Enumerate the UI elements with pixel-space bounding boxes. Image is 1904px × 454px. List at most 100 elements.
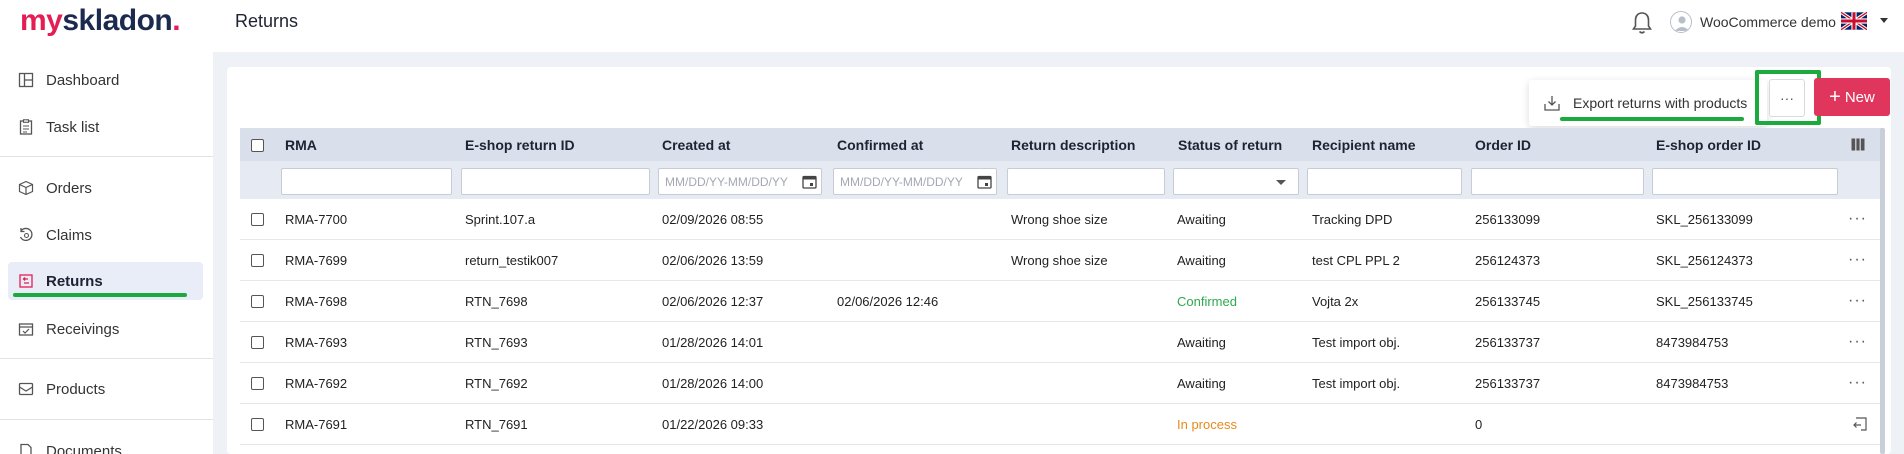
logo-part-my: my bbox=[20, 4, 63, 37]
documents-icon bbox=[20, 443, 32, 454]
filter-row: MM/DD/YY-MM/DD/YY MM/DD/YY-MM/DD/YY bbox=[240, 161, 1884, 199]
confirmed-at-cell: 02/06/2026 12:46 bbox=[837, 293, 939, 309]
column-header-confirmed-at[interactable]: Confirmed at bbox=[837, 128, 923, 161]
eshop-order-id-cell: 8473984753 bbox=[1656, 334, 1729, 350]
sidebar-item-label: Receivings bbox=[46, 320, 120, 338]
eshop-order-id-filter-input[interactable] bbox=[1652, 168, 1838, 195]
select-all-checkbox[interactable] bbox=[251, 138, 264, 152]
eshop-order-id-cell: SKL_256133745 bbox=[1656, 293, 1753, 309]
created-at-filter-input[interactable]: MM/DD/YY-MM/DD/YY bbox=[658, 168, 822, 195]
user-menu[interactable]: WooCommerce demo bbox=[1670, 10, 1836, 34]
recipient-name-cell: Tracking DPD bbox=[1312, 211, 1393, 227]
return-icon[interactable] bbox=[1852, 416, 1868, 432]
row-checkbox[interactable] bbox=[251, 336, 264, 349]
rma-cell: RMA-7698 bbox=[285, 293, 348, 309]
row-actions-icon[interactable]: ··· bbox=[1848, 240, 1867, 280]
logo[interactable]: myskladon. bbox=[20, 4, 181, 38]
rma-cell: RMA-7692 bbox=[285, 375, 348, 391]
rma-cell: RMA-7691 bbox=[285, 416, 348, 432]
uk-flag-icon[interactable] bbox=[1841, 11, 1867, 31]
sidebar-item-documents[interactable]: Documents bbox=[8, 432, 203, 454]
row-checkbox[interactable] bbox=[251, 295, 264, 308]
column-header-order-id[interactable]: Order ID bbox=[1475, 128, 1531, 161]
row-actions-icon[interactable]: ··· bbox=[1848, 363, 1867, 403]
eshop-return-id-cell: return_testik007 bbox=[465, 252, 559, 268]
logo-part-skladon: skladon bbox=[62, 4, 173, 37]
calendar-icon[interactable] bbox=[802, 174, 817, 189]
annotation-underline bbox=[1560, 117, 1744, 121]
task-list-icon bbox=[19, 119, 33, 135]
chevron-down-icon[interactable] bbox=[1880, 18, 1888, 23]
rma-cell: RMA-7700 bbox=[285, 211, 348, 227]
sidebar-item-products[interactable]: Products bbox=[8, 370, 203, 408]
row-actions-icon[interactable]: ··· bbox=[1848, 199, 1867, 239]
table-row[interactable]: RMA-7693 RTN_7693 01/28/2026 14:01 Await… bbox=[240, 322, 1884, 363]
column-header-eshop-return-id[interactable]: E-shop return ID bbox=[465, 128, 575, 161]
status-filter-select[interactable] bbox=[1173, 168, 1299, 195]
bell-icon[interactable] bbox=[1630, 10, 1654, 36]
date-range-placeholder: MM/DD/YY-MM/DD/YY bbox=[840, 174, 963, 189]
created-at-cell: 02/06/2026 12:37 bbox=[662, 293, 764, 309]
status-cell: In process bbox=[1177, 416, 1237, 432]
status-cell: Awaiting bbox=[1177, 334, 1226, 350]
column-header-eshop-order-id[interactable]: E-shop order ID bbox=[1656, 128, 1761, 161]
sidebar-item-receivings[interactable]: Receivings bbox=[8, 310, 203, 348]
more-actions-button[interactable]: ··· bbox=[1769, 79, 1805, 117]
page-title: Returns bbox=[235, 11, 299, 31]
table-row[interactable]: RMA-7691 RTN_7691 01/22/2026 09:33 In pr… bbox=[240, 404, 1884, 445]
table-scrollbar[interactable] bbox=[1880, 128, 1885, 454]
table-row[interactable]: RMA-7699 return_testik007 02/06/2026 13:… bbox=[240, 240, 1884, 281]
column-header-return-description[interactable]: Return description bbox=[1011, 128, 1135, 161]
rma-cell: RMA-7699 bbox=[285, 252, 348, 268]
row-actions-icon[interactable]: ··· bbox=[1848, 281, 1867, 321]
return-description-cell: Wrong shoe size bbox=[1011, 211, 1108, 227]
columns-settings-icon[interactable] bbox=[1851, 138, 1865, 151]
sidebar-item-claims[interactable]: Claims bbox=[8, 216, 203, 254]
sidebar-item-task-list[interactable]: Task list bbox=[8, 108, 203, 146]
rma-cell: RMA-7693 bbox=[285, 334, 348, 350]
column-header-recipient-name[interactable]: Recipient name bbox=[1312, 128, 1415, 161]
table-row[interactable]: RMA-7692 RTN_7692 01/28/2026 14:00 Await… bbox=[240, 363, 1884, 404]
user-name: WooCommerce demo bbox=[1700, 14, 1836, 30]
table-row[interactable]: RMA-7698 RTN_7698 02/06/2026 12:37 02/06… bbox=[240, 281, 1884, 322]
order-id-cell: 256133737 bbox=[1475, 375, 1541, 391]
sidebar-item-orders[interactable]: Orders bbox=[8, 169, 203, 207]
eshop-return-id-filter-input[interactable] bbox=[461, 168, 650, 195]
recipient-name-cell: Test import obj. bbox=[1312, 375, 1401, 391]
box-icon bbox=[18, 180, 34, 196]
row-checkbox[interactable] bbox=[251, 377, 264, 390]
return-icon bbox=[19, 274, 33, 288]
row-checkbox[interactable] bbox=[251, 254, 264, 267]
return-description-filter-input[interactable] bbox=[1007, 168, 1165, 195]
return-description-cell: Wrong shoe size bbox=[1011, 252, 1108, 268]
new-return-button[interactable]: + New bbox=[1814, 78, 1890, 116]
status-cell: Awaiting bbox=[1177, 375, 1226, 391]
rma-filter-input[interactable] bbox=[281, 168, 452, 195]
order-id-filter-input[interactable] bbox=[1471, 168, 1644, 195]
plus-icon: + bbox=[1829, 86, 1841, 108]
eshop-return-id-cell: RTN_7698 bbox=[465, 293, 528, 309]
calendar-icon[interactable] bbox=[977, 174, 992, 189]
column-header-rma[interactable]: RMA bbox=[285, 128, 317, 161]
table-row[interactable]: RMA-7700 Sprint.107.a 02/09/2026 08:55 W… bbox=[240, 199, 1884, 240]
column-header-created-at[interactable]: Created at bbox=[662, 128, 730, 161]
sidebar-item-dashboard[interactable]: Dashboard bbox=[8, 61, 203, 99]
eshop-order-id-cell: SKL_256124373 bbox=[1656, 252, 1753, 268]
row-checkbox[interactable] bbox=[251, 213, 264, 226]
order-id-cell: 256133737 bbox=[1475, 334, 1541, 350]
claims-icon bbox=[19, 227, 33, 242]
row-checkbox[interactable] bbox=[251, 418, 264, 431]
row-actions-icon[interactable]: ··· bbox=[1848, 322, 1867, 362]
top-bar: myskladon. Returns WooCommerce demo bbox=[0, 0, 1904, 52]
eshop-return-id-cell: RTN_7691 bbox=[465, 416, 528, 432]
divider bbox=[0, 156, 213, 157]
recipient-name-cell: Vojta 2x bbox=[1312, 293, 1359, 309]
created-at-cell: 01/28/2026 14:01 bbox=[662, 334, 764, 350]
eshop-order-id-cell: SKL_256133099 bbox=[1656, 211, 1753, 227]
recipient-name-filter-input[interactable] bbox=[1307, 168, 1462, 195]
annotation-underline bbox=[13, 293, 187, 297]
column-header-status[interactable]: Status of return bbox=[1178, 128, 1282, 161]
confirmed-at-filter-input[interactable]: MM/DD/YY-MM/DD/YY bbox=[833, 168, 997, 195]
new-button-label: New bbox=[1844, 88, 1875, 106]
returns-table: RMA E-shop return ID Created at Confirme… bbox=[240, 128, 1884, 445]
